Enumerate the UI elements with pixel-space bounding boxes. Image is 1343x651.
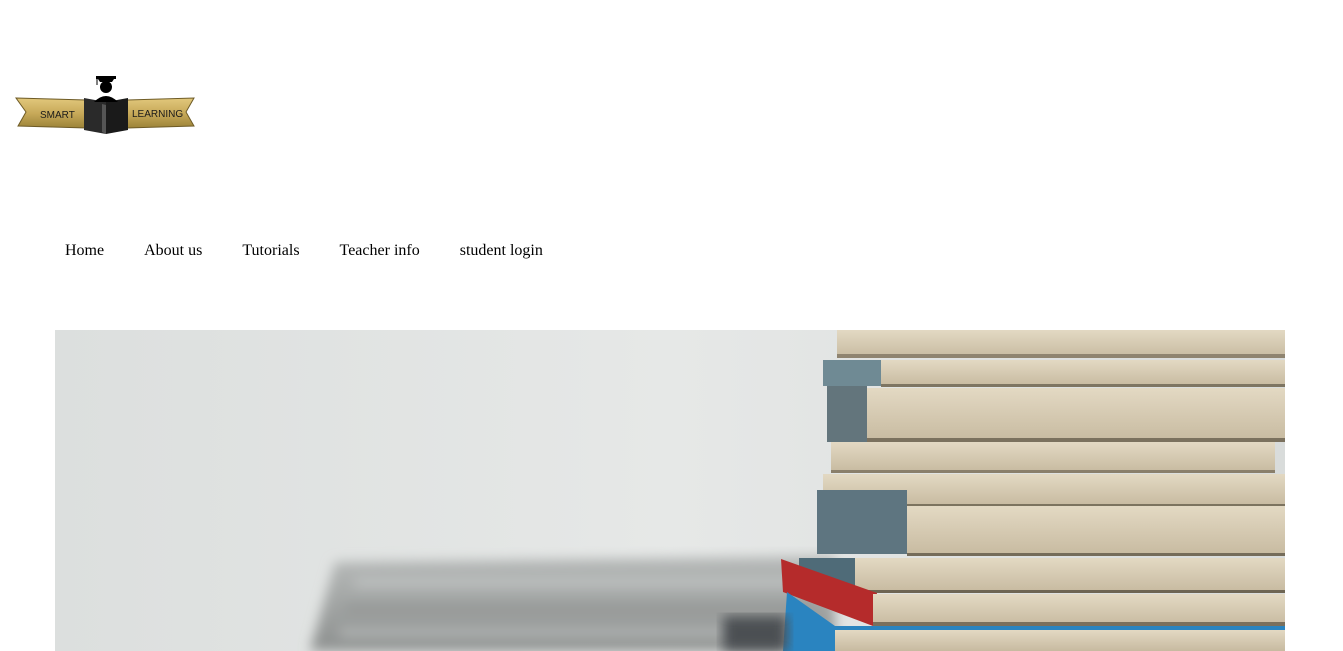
site-logo[interactable]: SMART LEARNING: [14, 74, 198, 138]
books-stack-image: [55, 330, 1285, 651]
nav-teacher-info[interactable]: Teacher info: [340, 241, 420, 261]
nav-student-login[interactable]: student login: [460, 241, 543, 261]
main-nav: Home About us Tutorials Teacher info stu…: [65, 241, 583, 261]
nav-tutorials[interactable]: Tutorials: [242, 241, 299, 261]
nav-home[interactable]: Home: [65, 241, 104, 261]
logo-right-text: LEARNING: [132, 109, 183, 120]
hero-banner: [55, 330, 1285, 651]
logo-left-text: SMART: [40, 110, 75, 121]
nav-about-us[interactable]: About us: [144, 241, 202, 261]
